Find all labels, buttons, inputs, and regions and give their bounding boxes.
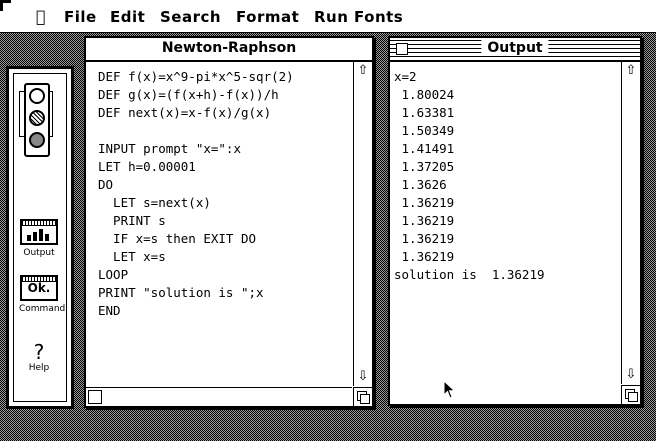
traffic-light-red bbox=[29, 88, 45, 104]
editor-code-text: DEF f(x)=x^9-pi*x^5-sqr(2) DEF g(x)=(f(x… bbox=[98, 68, 294, 320]
output-line: 1.36219 bbox=[394, 231, 455, 246]
editor-horizontal-scrollbar[interactable] bbox=[86, 387, 352, 406]
traffic-light-body bbox=[24, 83, 50, 157]
help-palette-label: Help bbox=[28, 363, 50, 373]
output-palette-button[interactable]: Output bbox=[19, 219, 59, 258]
mouse-pointer-icon bbox=[443, 380, 456, 399]
traffic-light-yellow bbox=[29, 110, 45, 126]
output-line: x=2 bbox=[394, 69, 417, 84]
output-text: x=2 1.80024 1.63381 1.50349 1.41491 1.37… bbox=[394, 68, 545, 284]
ok-glyph: Ok. bbox=[27, 281, 51, 295]
output-line: 1.80024 bbox=[394, 87, 455, 102]
output-line: solution is 1.36219 bbox=[394, 267, 545, 282]
code-line: LOOP bbox=[98, 267, 129, 282]
output-line: 1.63381 bbox=[394, 105, 455, 120]
scroll-up-arrow-icon[interactable]: ⇧ bbox=[354, 62, 372, 80]
code-line: LET s=next(x) bbox=[98, 195, 211, 210]
code-line: PRINT s bbox=[98, 213, 166, 228]
code-line: END bbox=[98, 303, 121, 318]
editor-vertical-scrollbar[interactable]: ⇧ ⇩ bbox=[353, 62, 372, 386]
output-line: 1.3626 bbox=[394, 177, 447, 192]
code-line: DEF next(x)=x-f(x)/g(x) bbox=[98, 105, 272, 120]
menu-format[interactable]: Format bbox=[236, 8, 299, 26]
code-line: DEF f(x)=x^9-pi*x^5-sqr(2) bbox=[98, 69, 294, 84]
command-palette-button[interactable]: Ok. Command bbox=[19, 275, 65, 314]
ok-command-icon: Ok. bbox=[20, 275, 58, 301]
apple-icon[interactable]:  bbox=[36, 7, 46, 26]
code-line: LET h=0.00001 bbox=[98, 159, 196, 174]
close-box-icon[interactable] bbox=[396, 43, 408, 55]
output-line: 1.36219 bbox=[394, 195, 455, 210]
editor-titlebar[interactable]: Newton-Raphson bbox=[86, 38, 372, 62]
output-window[interactable]: Output x=2 1.80024 1.63381 1.50349 1.414… bbox=[388, 36, 642, 406]
editor-window[interactable]: Newton-Raphson DEF f(x)=x^9-pi*x^5-sqr(2… bbox=[84, 36, 374, 408]
command-palette-label: Command bbox=[19, 304, 66, 314]
output-line: 1.36219 bbox=[394, 249, 455, 264]
screen-corner bbox=[0, 0, 11, 11]
menu-edit[interactable]: Edit bbox=[110, 8, 145, 26]
grow-box-icon[interactable] bbox=[353, 387, 372, 406]
output-content: x=2 1.80024 1.63381 1.50349 1.41491 1.37… bbox=[390, 62, 620, 404]
output-palette-label: Output bbox=[23, 248, 55, 258]
question-mark-icon: ? bbox=[33, 340, 45, 364]
code-line: DO bbox=[98, 177, 114, 192]
output-line: 1.50349 bbox=[394, 123, 455, 138]
grow-box-icon[interactable] bbox=[621, 385, 640, 404]
editor-hscroll-thumb[interactable] bbox=[88, 390, 102, 404]
output-title: Output bbox=[481, 40, 549, 56]
output-line: 1.36219 bbox=[394, 213, 455, 228]
editor-title: Newton-Raphson bbox=[155, 40, 303, 56]
output-vertical-scrollbar[interactable]: ⇧ ⇩ bbox=[621, 62, 640, 384]
code-line: IF x=s then EXIT DO bbox=[98, 231, 257, 246]
scroll-up-arrow-icon[interactable]: ⇧ bbox=[622, 62, 640, 80]
editor-code[interactable]: DEF f(x)=x^9-pi*x^5-sqr(2) DEF g(x)=(f(x… bbox=[86, 62, 352, 386]
menu-file[interactable]: File bbox=[64, 8, 97, 26]
menu-fonts[interactable]: Fonts bbox=[354, 8, 403, 26]
help-palette-button[interactable]: ? Help bbox=[19, 341, 59, 373]
scroll-down-arrow-icon[interactable]: ⇩ bbox=[622, 366, 640, 384]
menu-search[interactable]: Search bbox=[160, 8, 221, 26]
code-line: DEF g(x)=(f(x+h)-f(x))/h bbox=[98, 87, 279, 102]
code-line: LET x=s bbox=[98, 249, 166, 264]
code-line: PRINT "solution is ";x bbox=[98, 285, 264, 300]
scroll-down-arrow-icon[interactable]: ⇩ bbox=[354, 368, 372, 386]
output-titlebar[interactable]: Output bbox=[390, 38, 640, 62]
output-line: 1.37205 bbox=[394, 159, 455, 174]
tool-palette: Output Ok. Command ? Help bbox=[6, 66, 74, 409]
output-line: 1.41491 bbox=[394, 141, 455, 156]
menubar:  File Edit Search Format Run Fonts bbox=[0, 0, 656, 34]
bar-chart-icon bbox=[20, 219, 58, 245]
code-line: INPUT prompt "x=":x bbox=[98, 141, 241, 156]
traffic-light-icon[interactable] bbox=[19, 79, 53, 159]
menu-run[interactable]: Run bbox=[314, 8, 348, 26]
traffic-light-green bbox=[29, 132, 45, 148]
